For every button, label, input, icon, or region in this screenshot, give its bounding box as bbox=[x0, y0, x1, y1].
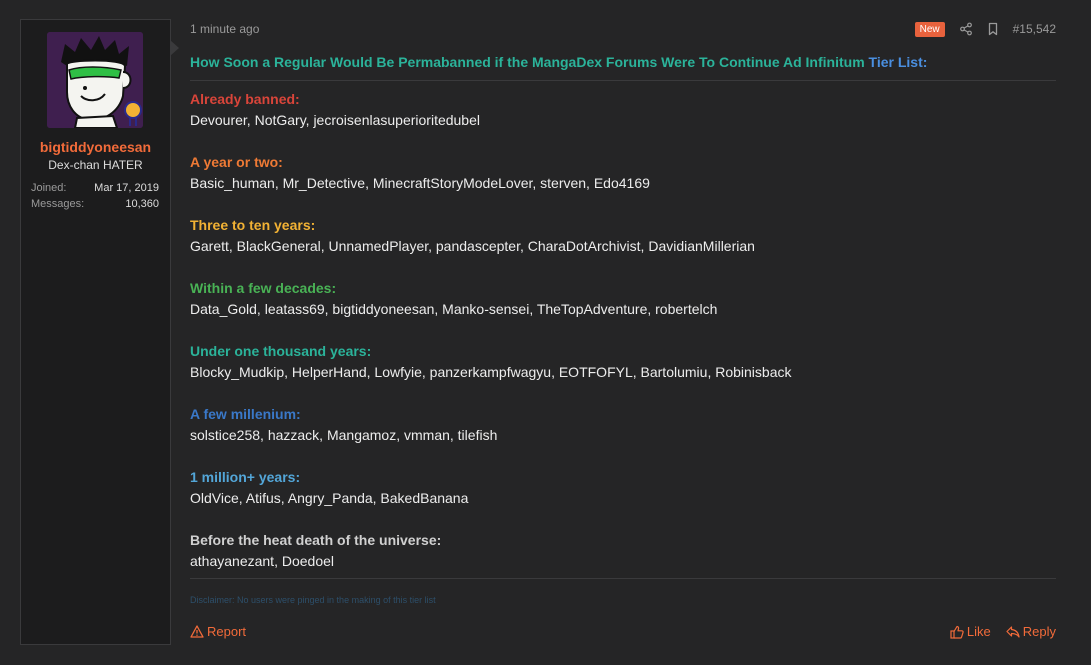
stat-value: Mar 17, 2019 bbox=[94, 182, 159, 194]
post-number-link[interactable]: #15,542 bbox=[1013, 22, 1056, 36]
like-label: Like bbox=[966, 624, 991, 639]
tier-heading: Within a few decades: bbox=[190, 280, 337, 296]
share-icon[interactable] bbox=[959, 22, 973, 36]
reply-icon bbox=[1006, 625, 1020, 638]
tier-names: Devourer, NotGary, jecroisenlasuperiorit… bbox=[190, 112, 480, 128]
divider-top bbox=[190, 80, 1056, 81]
tier-names: solstice258, hazzack, Mangamoz, vmman, t… bbox=[190, 427, 498, 443]
post-title: How Soon a Regular Would Be Permabanned … bbox=[190, 54, 927, 70]
divider-bottom bbox=[190, 578, 1056, 579]
tier-three-to-ten: Three to ten years: Garett, BlackGeneral… bbox=[190, 216, 755, 255]
stat-label: Messages: bbox=[31, 198, 85, 210]
reply-button[interactable]: Reply bbox=[1006, 624, 1056, 639]
post-meta: New #15,542 bbox=[914, 21, 1056, 37]
user-panel: bigtiddyoneesan Dex-chan HATER Joined: M… bbox=[20, 19, 179, 645]
tier-names: Basic_human, Mr_Detective, MinecraftStor… bbox=[190, 175, 650, 191]
tier-million-years: 1 million+ years: OldVice, Atifus, Angry… bbox=[190, 468, 468, 507]
tier-names: OldVice, Atifus, Angry_Panda, BakedBanan… bbox=[190, 490, 469, 506]
stat-label: Joined: bbox=[31, 182, 67, 194]
bookmark-icon[interactable] bbox=[986, 22, 1000, 36]
tier-names: Blocky_Mudkip, HelperHand, Lowfyie, panz… bbox=[190, 364, 792, 380]
tier-heat-death: Before the heat death of the universe: a… bbox=[190, 531, 441, 570]
thumbs-up-icon bbox=[950, 625, 964, 639]
tier-heading: 1 million+ years: bbox=[190, 469, 301, 485]
like-button[interactable]: Like bbox=[950, 624, 991, 639]
report-label: Report bbox=[207, 624, 247, 639]
report-button[interactable]: Report bbox=[190, 624, 246, 639]
tier-names: Data_Gold, leatass69, bigtiddyoneesan, M… bbox=[190, 301, 718, 317]
reply-label: Reply bbox=[1022, 624, 1056, 639]
user-title: Dex-chan HATER bbox=[48, 158, 143, 172]
disclaimer-text: Disclaimer: No users were pinged in the … bbox=[190, 595, 436, 605]
tier-heading: Before the heat death of the universe: bbox=[190, 532, 442, 548]
title-tail: Tier List: bbox=[868, 54, 928, 70]
post-actions-right: Like Reply bbox=[950, 624, 1056, 639]
post-content: 1 minute ago New #15,542 How Soon a Regu… bbox=[190, 19, 1056, 643]
tier-names: athayanezant, Doedoel bbox=[190, 553, 334, 569]
tier-heading: Already banned: bbox=[190, 91, 300, 107]
tier-thousand-years: Under one thousand years: Blocky_Mudkip,… bbox=[190, 342, 791, 381]
tier-few-decades: Within a few decades: Data_Gold, leatass… bbox=[190, 279, 717, 318]
forum-post: bigtiddyoneesan Dex-chan HATER Joined: M… bbox=[20, 19, 1071, 645]
tier-heading: Under one thousand years: bbox=[190, 343, 372, 359]
username-link[interactable]: bigtiddyoneesan bbox=[21, 139, 170, 155]
tier-heading: Three to ten years: bbox=[190, 217, 316, 233]
stat-value: 10,360 bbox=[125, 198, 159, 210]
tier-names: Garett, BlackGeneral, UnnamedPlayer, pan… bbox=[190, 238, 755, 254]
post-time[interactable]: 1 minute ago bbox=[190, 22, 259, 36]
warning-icon bbox=[190, 625, 204, 638]
tier-few-millenium: A few millenium: solstice258, hazzack, M… bbox=[190, 405, 497, 444]
tier-already-banned: Already banned: Devourer, NotGary, jecro… bbox=[190, 90, 480, 129]
tier-heading: A year or two: bbox=[190, 154, 283, 170]
tier-year-or-two: A year or two: Basic_human, Mr_Detective… bbox=[190, 153, 650, 192]
avatar[interactable] bbox=[47, 32, 143, 128]
new-badge: New bbox=[914, 21, 945, 37]
post-actions-left: Report bbox=[190, 624, 246, 639]
title-main: How Soon a Regular Would Be Permabanned … bbox=[190, 54, 865, 70]
panel-arrow bbox=[170, 40, 179, 56]
tier-heading: A few millenium: bbox=[190, 406, 301, 422]
avatar-drawing bbox=[47, 32, 143, 128]
